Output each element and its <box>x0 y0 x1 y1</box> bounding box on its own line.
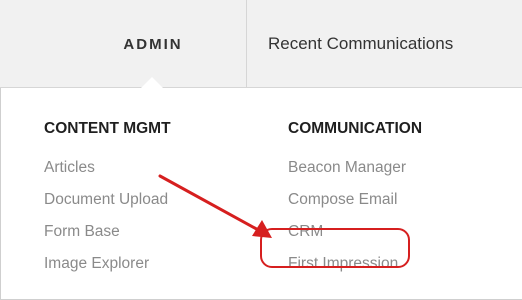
annotation-arrow <box>158 174 272 238</box>
arrow-shaft <box>158 174 264 234</box>
